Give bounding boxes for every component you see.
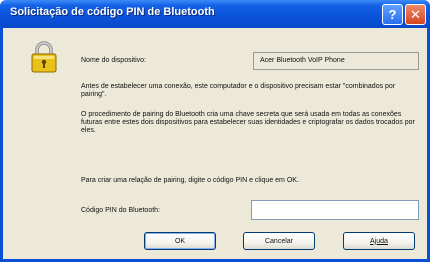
pin-request-dialog: Solicitação de código PIN de Bluetooth ?… (0, 0, 430, 262)
pairing-description-text: O procedimento de pairing do Bluetooth c… (81, 111, 415, 134)
pairing-instruction-text: Para criar uma relação de pairing, digit… (81, 177, 299, 184)
ok-button-label: OK (174, 237, 186, 245)
pin-label: Código PIN do Bluetooth: (81, 207, 160, 214)
pairing-intro-text: Antes de estabelecer uma conexão, este c… (81, 83, 396, 98)
device-name-row: Nome do dispositivo: Acer Bluetooth VoIP… (81, 52, 419, 72)
title-bar[interactable]: Solicitação de código PIN de Bluetooth ?… (0, 0, 430, 28)
device-name-label: Nome do dispositivo: (81, 57, 146, 64)
pin-input[interactable] (251, 200, 419, 220)
dialog-body: Nome do dispositivo: Acer Bluetooth VoIP… (3, 28, 427, 259)
cancel-button[interactable]: Cancelar (243, 232, 315, 250)
cancel-button-label: Cancelar (264, 237, 293, 245)
help-button[interactable]: Ajuda (343, 232, 415, 250)
help-icon[interactable]: ? (382, 4, 403, 25)
pin-row: Código PIN do Bluetooth: (81, 200, 419, 222)
window-title: Solicitação de código PIN de Bluetooth (10, 6, 215, 18)
close-icon[interactable]: ✕ (405, 4, 426, 25)
ok-button[interactable]: OK (144, 232, 216, 250)
device-name-value: Acer Bluetooth VoIP Phone (253, 52, 419, 70)
padlock-icon (31, 41, 57, 73)
help-button-label: Ajuda (370, 237, 388, 245)
